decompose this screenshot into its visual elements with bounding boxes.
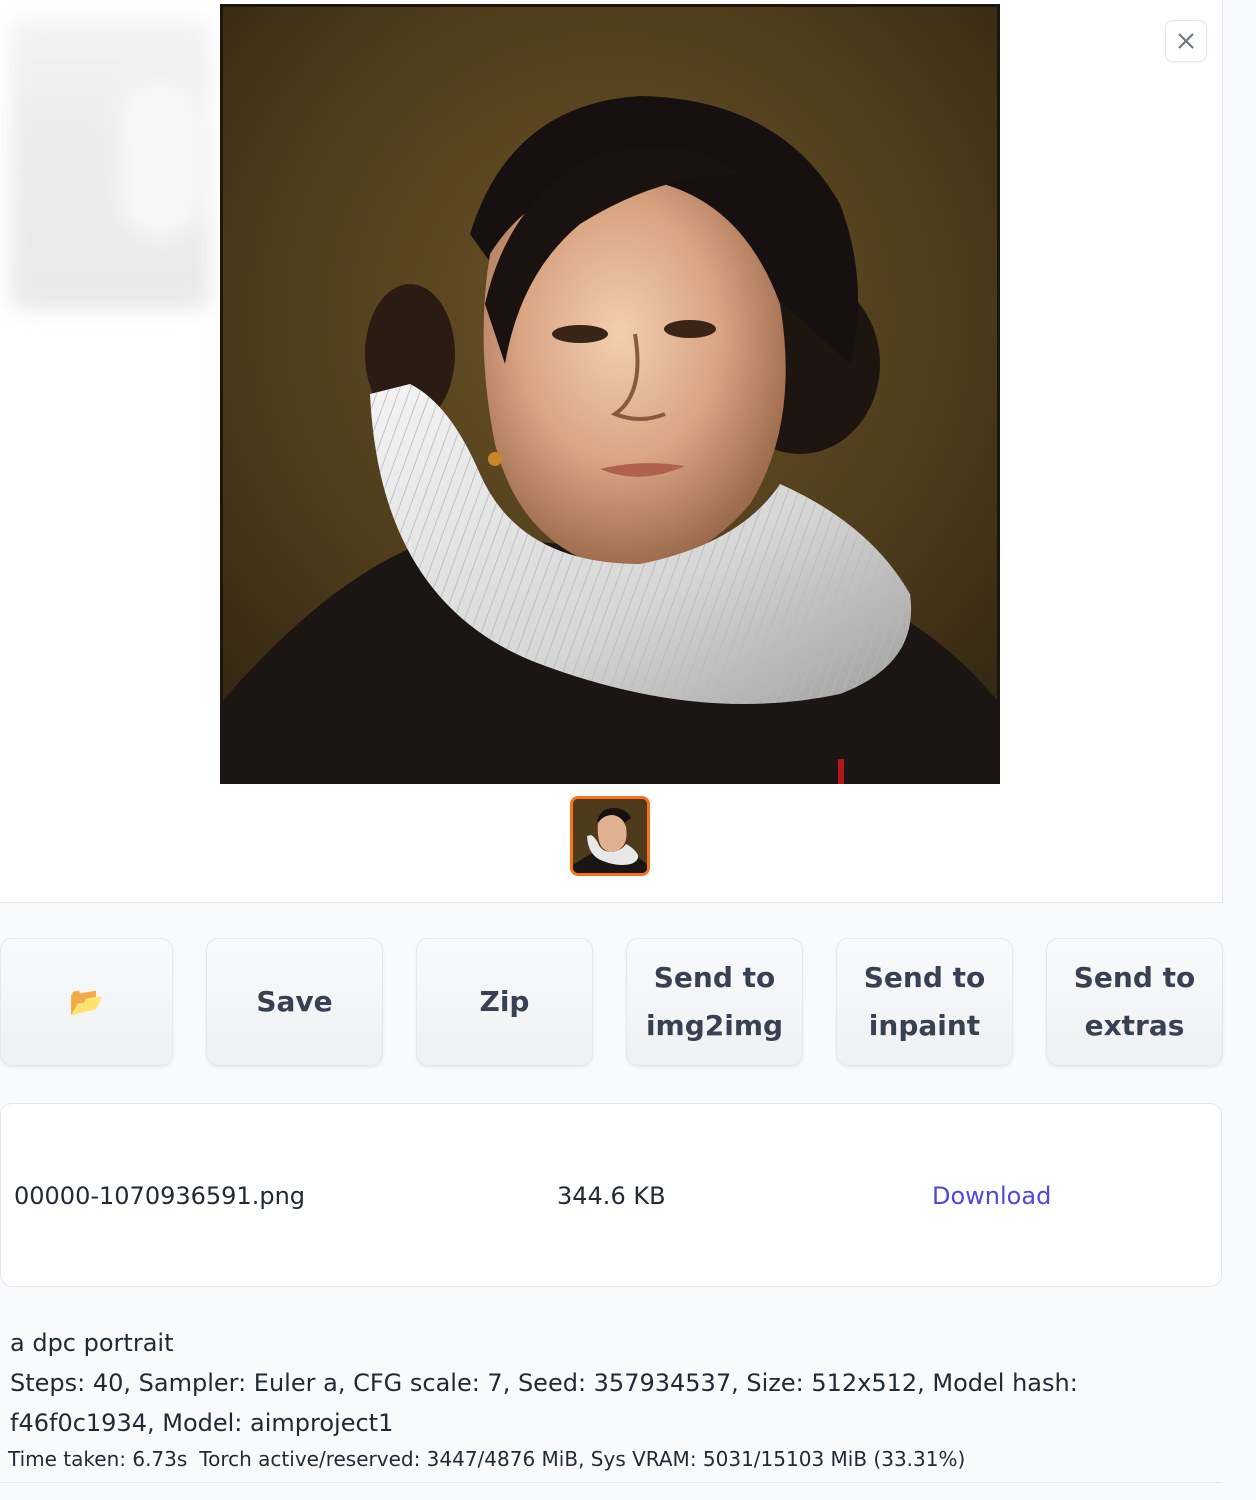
send-to-extras-label: Send to extras <box>1073 961 1196 1042</box>
gallery-thumbnail-selected[interactable] <box>570 796 650 876</box>
file-size: 344.6 KB <box>557 1182 666 1210</box>
zip-button-label: Zip <box>479 985 530 1018</box>
close-button[interactable] <box>1165 20 1207 62</box>
blurred-preview-image <box>10 20 210 310</box>
file-list: 00000-1070936591.png 344.6 KB Download <box>0 1103 1222 1287</box>
save-button-label: Save <box>256 985 333 1018</box>
performance-info: Time taken: 6.73s Torch active/reserved: … <box>8 1447 965 1471</box>
file-name: 00000-1070936591.png <box>14 1182 306 1210</box>
folder-icon: 📂 <box>69 985 104 1018</box>
prompt-text: a dpc portrait <box>10 1329 174 1357</box>
send-to-img2img-button[interactable]: Send to img2img <box>626 938 803 1066</box>
generated-image[interactable] <box>220 4 1000 784</box>
generation-parameters: Steps: 40, Sampler: Euler a, CFG scale: … <box>10 1369 1078 1437</box>
open-folder-button[interactable]: 📂 <box>0 938 173 1066</box>
send-to-img2img-label: Send to img2img <box>645 961 784 1042</box>
portrait-thumbnail <box>573 799 647 873</box>
close-icon <box>1178 33 1194 49</box>
save-button[interactable]: Save <box>206 938 383 1066</box>
file-row: 00000-1070936591.png 344.6 KB Download <box>1 1104 1221 1288</box>
send-to-extras-button[interactable]: Send to extras <box>1046 938 1223 1066</box>
memory-usage: Torch active/reserved: 3447/4876 MiB, Sy… <box>199 1447 966 1471</box>
divider <box>0 1482 1222 1483</box>
time-taken: Time taken: 6.73s <box>8 1447 188 1471</box>
send-to-inpaint-button[interactable]: Send to inpaint <box>836 938 1013 1066</box>
portrait-painting <box>220 4 1000 784</box>
image-gallery <box>0 0 1223 903</box>
zip-button[interactable]: Zip <box>416 938 593 1066</box>
send-to-inpaint-label: Send to inpaint <box>863 961 986 1042</box>
download-link[interactable]: Download <box>932 1182 1051 1210</box>
generation-info: a dpc portrait Steps: 40, Sampler: Euler… <box>10 1323 1210 1443</box>
